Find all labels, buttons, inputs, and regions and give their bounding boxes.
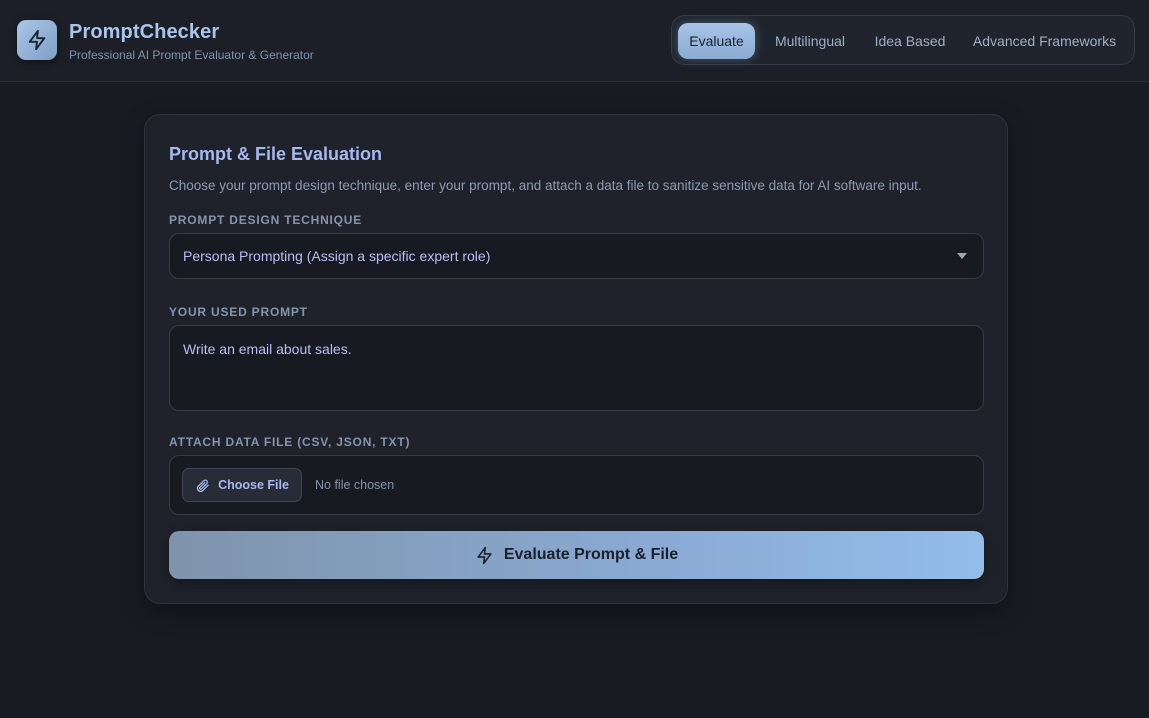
tab-idea-based[interactable]: Idea Based — [865, 23, 955, 59]
evaluate-button[interactable]: Evaluate Prompt & File — [169, 531, 984, 579]
technique-label: PROMPT DESIGN TECHNIQUE — [169, 213, 363, 227]
file-input-area: Choose File No file chosen — [169, 455, 984, 515]
app-header: PromptChecker Professional AI Prompt Eva… — [0, 0, 1149, 82]
tab-multilingual[interactable]: Multilingual — [761, 23, 859, 59]
choose-file-button[interactable]: Choose File — [182, 468, 302, 502]
card-title: Prompt & File Evaluation — [169, 144, 383, 164]
lightning-bolt-icon — [477, 546, 492, 564]
main-nav: Evaluate Multilingual Idea Based Advance… — [671, 15, 1135, 65]
tab-evaluate[interactable]: Evaluate — [678, 23, 755, 59]
brand-title: PromptChecker — [69, 21, 220, 43]
logo — [17, 20, 57, 60]
technique-select[interactable]: Persona Prompting (Assign a specific exp… — [169, 233, 984, 279]
lightning-bolt-icon — [28, 29, 46, 51]
choose-file-label: Choose File — [218, 478, 289, 492]
chevron-down-icon — [957, 253, 967, 259]
evaluate-button-label: Evaluate Prompt & File — [503, 546, 679, 563]
tab-advanced-frameworks[interactable]: Advanced Frameworks — [961, 23, 1128, 59]
evaluation-card: Prompt & File Evaluation Choose your pro… — [144, 114, 1008, 604]
paperclip-icon — [196, 479, 209, 492]
file-label: ATTACH DATA FILE (CSV, JSON, TXT) — [169, 435, 411, 449]
card-description: Choose your prompt design technique, ent… — [169, 178, 922, 193]
prompt-textarea[interactable]: Write an email about sales. — [169, 325, 984, 411]
file-status: No file chosen — [315, 478, 395, 492]
brand-subtitle: Professional AI Prompt Evaluator & Gener… — [69, 48, 314, 62]
prompt-label: YOUR USED PROMPT — [169, 305, 308, 319]
technique-selected-value: Persona Prompting (Assign a specific exp… — [183, 248, 491, 264]
